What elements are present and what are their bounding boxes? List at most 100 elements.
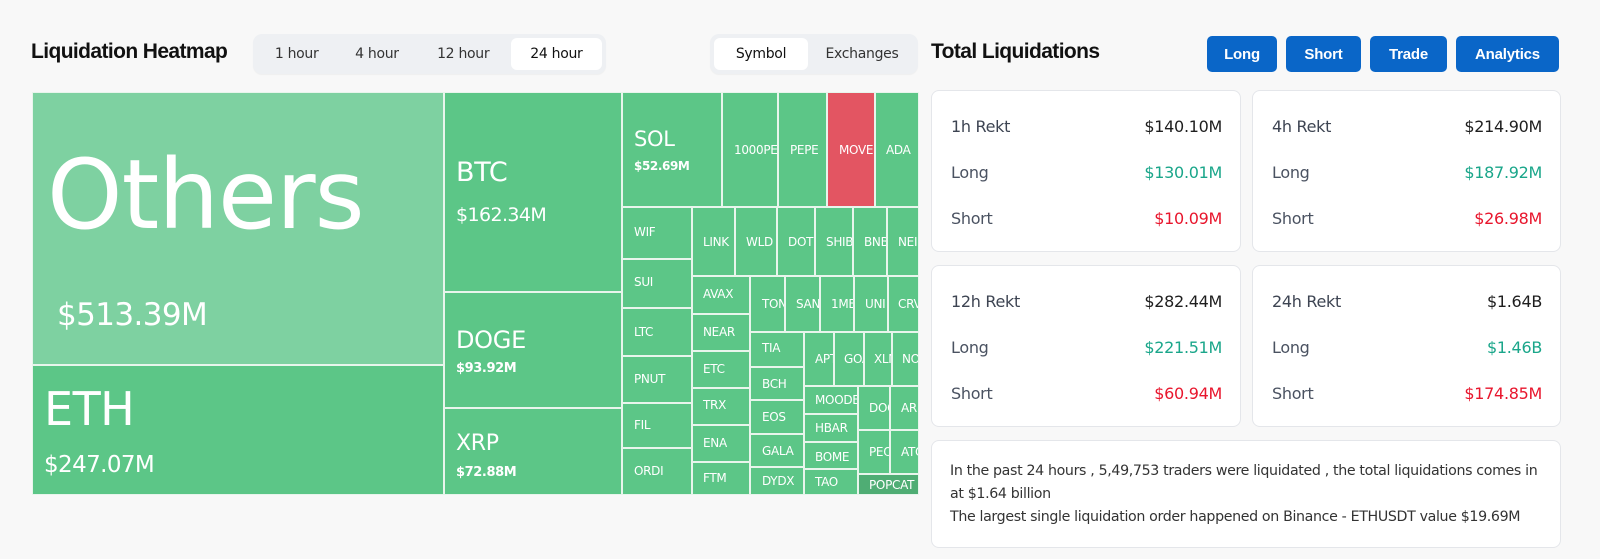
tile-symbol: TAO	[815, 475, 838, 489]
summary-line-largest-order: The largest single liquidation order hap…	[950, 509, 1521, 525]
tile-value: $72.88M	[456, 465, 517, 480]
long-value: $221.51M	[1144, 338, 1222, 357]
tile-symbol: ENA	[703, 436, 727, 450]
trade-button[interactable]: Trade	[1370, 36, 1447, 72]
tile-apt[interactable]: APT	[804, 332, 834, 386]
tile-ftm[interactable]: FTM	[692, 462, 750, 495]
tile-symbol: DOT	[788, 234, 814, 249]
tile-popcat[interactable]: POPCAT	[858, 474, 919, 495]
analytics-button[interactable]: Analytics	[1456, 36, 1559, 72]
tile-ada[interactable]: ADA	[875, 92, 919, 207]
tile-symbol: APT	[815, 352, 833, 366]
tile-symbol: TIA	[762, 341, 781, 355]
tile-ar[interactable]: AR	[890, 386, 919, 430]
tile-dogs[interactable]: DOGS	[858, 386, 890, 430]
tile-ena[interactable]: ENA	[692, 425, 750, 462]
tile-value: $513.39M	[57, 297, 208, 333]
tile-dot[interactable]: DOT	[777, 207, 815, 276]
tile-symbol: SOL	[634, 127, 675, 151]
tile-atom[interactable]: ATOM	[890, 430, 919, 474]
tile-tao[interactable]: TAO	[804, 469, 858, 495]
short-label: Short	[1272, 384, 1314, 403]
tile-symbol: 1MBABYDOGE	[831, 297, 853, 311]
time-range-selector: 1 hour 4 hour 12 hour 24 hour	[253, 34, 606, 74]
tile-1000pepe[interactable]: 1000PE	[722, 92, 778, 207]
view-option-exchanges[interactable]: Exchanges	[810, 38, 914, 70]
tile-shib[interactable]: SHIB	[815, 207, 853, 276]
tile-value: $93.92M	[456, 361, 517, 376]
tile-xlm[interactable]: XLM	[864, 332, 892, 386]
long-value: $187.92M	[1464, 163, 1542, 182]
time-option-24h[interactable]: 24 hour	[510, 38, 602, 70]
tile-people[interactable]: PEOPLE	[858, 430, 890, 474]
tile-symbol: ADA	[886, 142, 911, 157]
rekt-total-value: $140.10M	[1144, 117, 1222, 136]
rekt-card-12h: 12h Rekt $282.44M Long $221.51M Short $60.9…	[931, 265, 1241, 427]
tile-symbol: MOODENG	[815, 393, 858, 407]
action-buttons: Long Short Trade Analytics	[1207, 36, 1559, 72]
tile-near[interactable]: NEAR	[692, 314, 750, 351]
tile-trx[interactable]: TRX	[692, 388, 750, 425]
short-label: Short	[951, 209, 993, 228]
tile-bch[interactable]: BCH	[750, 367, 804, 400]
tile-symbol: GALA	[762, 444, 794, 458]
tile-wif[interactable]: WIF	[622, 207, 692, 259]
long-label: Long	[951, 163, 989, 182]
tile-1mbabydoge[interactable]: 1MBABYDOGE	[820, 276, 854, 332]
tile-fil[interactable]: FIL	[622, 403, 692, 448]
tile-link[interactable]: LINK	[692, 207, 735, 276]
rekt-card-24h: 24h Rekt $1.64B Long $1.46B Short $174.85M	[1252, 265, 1561, 427]
time-option-1h[interactable]: 1 hour	[257, 38, 336, 70]
long-label: Long	[1272, 338, 1310, 357]
tile-ton[interactable]: TON	[750, 276, 785, 332]
tile-symbol: NEIRO	[898, 234, 918, 249]
tile-symbol: 1000PE	[734, 142, 778, 157]
tile-etc[interactable]: ETC	[692, 351, 750, 388]
tile-ltc[interactable]: LTC	[622, 308, 692, 356]
tile-sand[interactable]: SAND	[785, 276, 820, 332]
tile-pnut[interactable]: PNUT	[622, 356, 692, 403]
tile-crv[interactable]: CRV	[888, 276, 919, 332]
tile-symbol: TON	[762, 297, 785, 311]
tile-symbol: DOGS	[869, 401, 889, 415]
short-button[interactable]: Short	[1286, 36, 1361, 72]
tile-gala[interactable]: GALA	[750, 434, 804, 467]
tile-bnb[interactable]: BNB	[853, 207, 887, 276]
tile-move[interactable]: MOVE	[827, 92, 875, 207]
tile-symbol: SHIB	[826, 234, 853, 249]
time-option-12h[interactable]: 12 hour	[418, 38, 509, 70]
tile-avax[interactable]: AVAX	[692, 276, 750, 314]
short-label: Short	[1272, 209, 1314, 228]
view-option-symbol[interactable]: Symbol	[714, 38, 808, 70]
tile-hbar[interactable]: HBAR	[804, 414, 858, 442]
tile-dydx[interactable]: DYDX	[750, 467, 804, 495]
time-option-4h[interactable]: 4 hour	[338, 38, 415, 70]
long-button[interactable]: Long	[1207, 36, 1277, 72]
tile-not[interactable]: NOT	[892, 332, 919, 386]
rekt-card-1h: 1h Rekt $140.10M Long $130.01M Short $10.09…	[931, 90, 1241, 252]
tile-goat[interactable]: GOAT	[834, 332, 864, 386]
tile-wld[interactable]: WLD	[735, 207, 777, 276]
tile-value: $52.69M	[634, 159, 690, 173]
tile-neiro[interactable]: NEIRO	[887, 207, 919, 276]
tile-symbol: GOAT	[844, 352, 863, 366]
tile-xrp[interactable]: XRP $72.88M	[444, 408, 622, 495]
tile-eth[interactable]: ETH $247.07M	[32, 365, 444, 495]
tile-pepe[interactable]: PEPE	[778, 92, 827, 207]
tile-symbol: HBAR	[815, 421, 848, 435]
tile-uni[interactable]: UNI	[854, 276, 888, 332]
rekt-period-label: 4h Rekt	[1272, 117, 1332, 136]
tile-tia[interactable]: TIA	[750, 332, 804, 367]
tile-ordi[interactable]: ORDI	[622, 448, 692, 495]
tile-symbol: TRX	[703, 398, 726, 412]
heatmap-title: Liquidation Heatmap	[31, 40, 228, 63]
tile-eos[interactable]: EOS	[750, 400, 804, 434]
tile-sui[interactable]: SUI	[622, 259, 692, 308]
tile-others[interactable]: Others $513.39M	[32, 92, 444, 365]
tile-moodeng[interactable]: MOODENG	[804, 386, 858, 414]
tile-symbol: ATOM	[901, 445, 918, 459]
tile-bome[interactable]: BOME	[804, 442, 858, 469]
tile-doge[interactable]: DOGE $93.92M	[444, 292, 622, 408]
tile-btc[interactable]: BTC $162.34M	[444, 92, 622, 292]
tile-sol[interactable]: SOL $52.69M	[622, 92, 722, 207]
